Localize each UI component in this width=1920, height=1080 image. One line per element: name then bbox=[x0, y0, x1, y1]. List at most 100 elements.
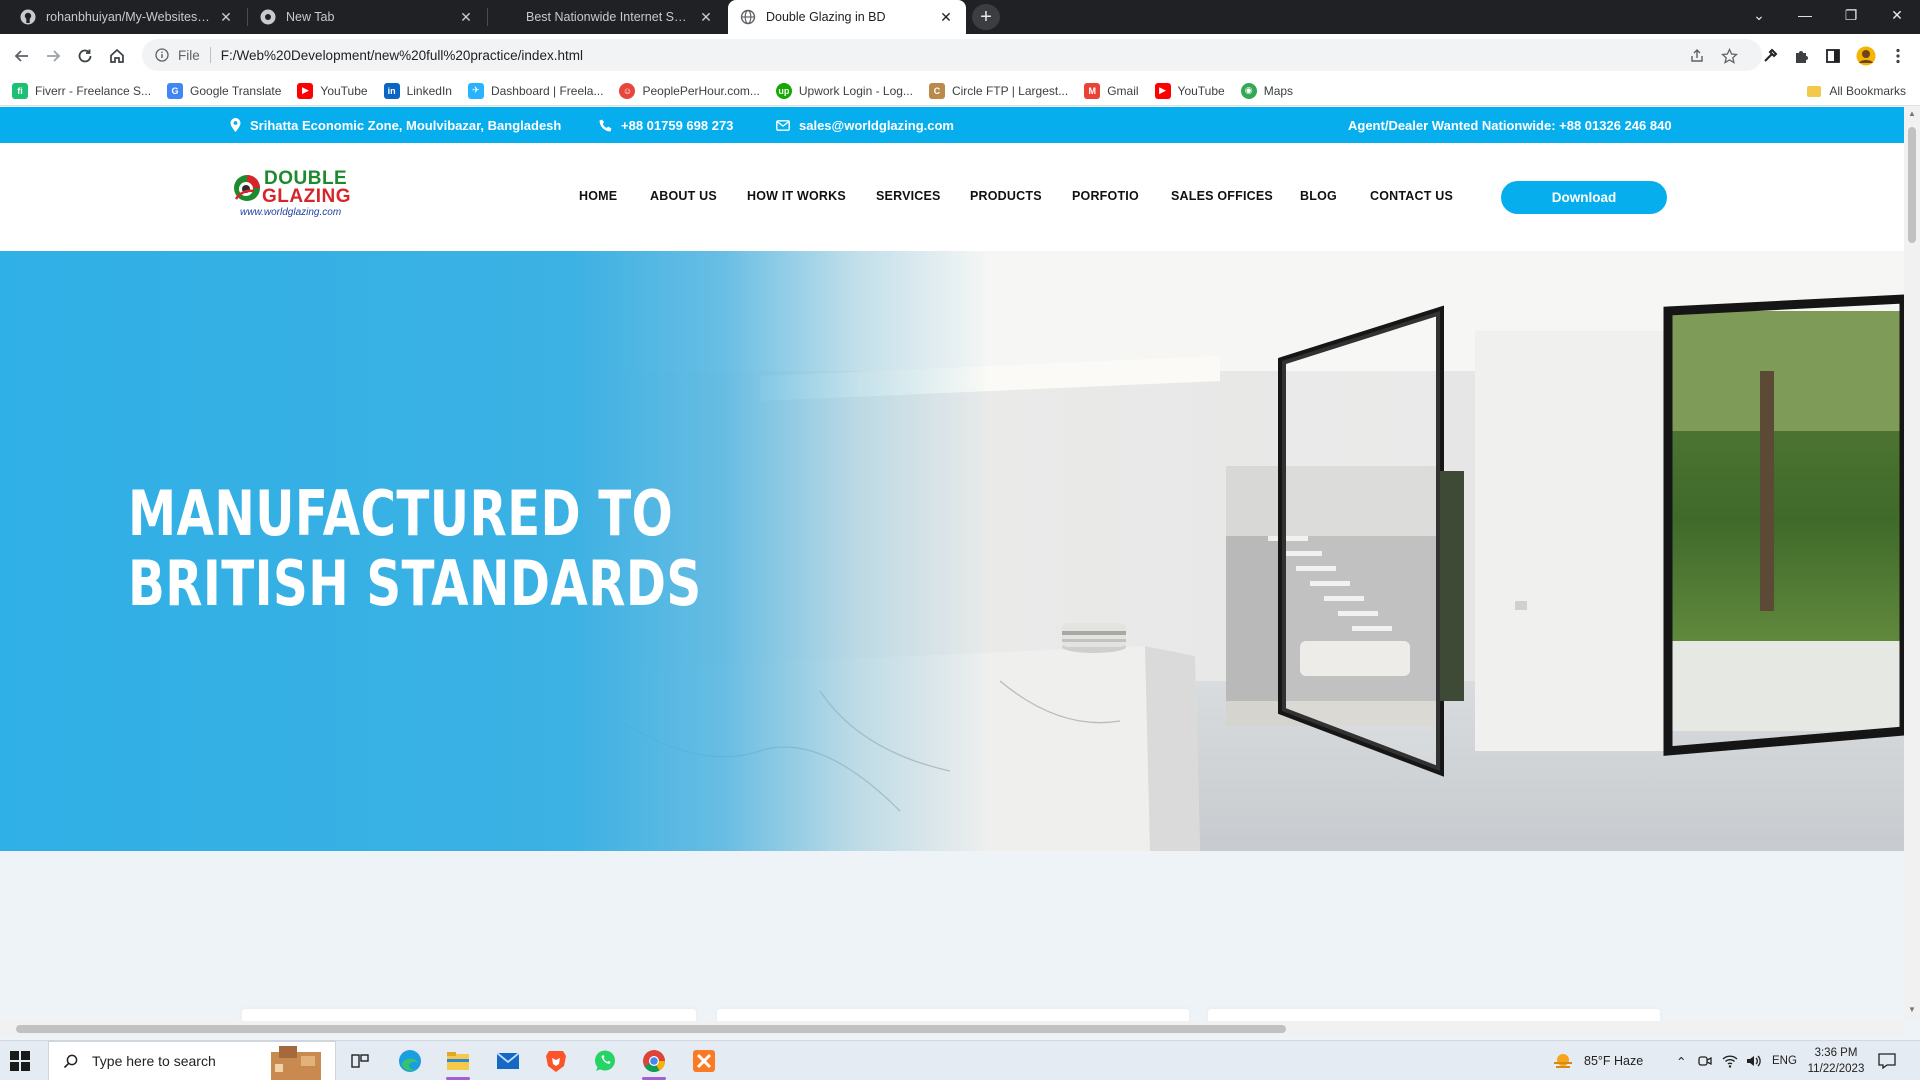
feature-card bbox=[1208, 1009, 1660, 1021]
bookmark-item[interactable]: ☺ PeoplePerHour.com... bbox=[619, 82, 760, 99]
url-text[interactable]: F:/Web%20Development/new%20full%20practi… bbox=[221, 48, 583, 63]
scroll-down-arrow-icon[interactable]: ▼ bbox=[1904, 1005, 1920, 1019]
windows-start-icon[interactable] bbox=[10, 1051, 30, 1071]
eyedropper-extension-icon[interactable] bbox=[1759, 45, 1781, 67]
translate-icon: G bbox=[167, 82, 184, 99]
tab-double-glazing[interactable]: Double Glazing in BD ✕ bbox=[728, 0, 966, 34]
tab-new-tab[interactable]: New Tab ✕ bbox=[248, 0, 486, 34]
bookmark-item[interactable]: ▶ YouTube bbox=[1154, 82, 1225, 99]
minimize-button[interactable]: — bbox=[1782, 0, 1828, 30]
close-tab-icon[interactable]: ✕ bbox=[938, 9, 954, 26]
topbar-email[interactable]: sales@worldglazing.com bbox=[776, 107, 954, 143]
bookmark-label: Google Translate bbox=[190, 83, 282, 98]
whatsapp-icon[interactable] bbox=[585, 1045, 625, 1077]
nav-portfolio[interactable]: PORFOTIO bbox=[1072, 189, 1139, 203]
all-bookmarks-button[interactable]: All Bookmarks bbox=[1807, 76, 1906, 106]
language-indicator[interactable]: ENG bbox=[1772, 1041, 1797, 1080]
forward-button[interactable] bbox=[40, 43, 66, 69]
tab-github[interactable]: rohanbhuiyan/My-Websites: I ha ✕ bbox=[8, 0, 246, 34]
search-icon bbox=[63, 1054, 78, 1068]
side-panel-icon[interactable] bbox=[1822, 45, 1844, 67]
bookmark-item[interactable]: M Gmail bbox=[1084, 82, 1139, 99]
nav-products[interactable]: PRODUCTS bbox=[970, 189, 1042, 203]
profile-avatar[interactable] bbox=[1855, 45, 1877, 67]
chrome-taskbar-icon[interactable] bbox=[634, 1045, 674, 1080]
extensions-puzzle-icon[interactable] bbox=[1790, 45, 1812, 67]
nav-contact-us[interactable]: CONTACT US bbox=[1370, 189, 1453, 203]
close-tab-icon[interactable]: ✕ bbox=[218, 9, 234, 26]
sun-haze-icon bbox=[1554, 1054, 1572, 1068]
wifi-icon[interactable] bbox=[1722, 1041, 1738, 1080]
bookmark-label: YouTube bbox=[1177, 83, 1225, 98]
back-button[interactable] bbox=[9, 43, 35, 69]
email-text: sales@worldglazing.com bbox=[799, 117, 954, 133]
page-viewport: Srihatta Economic Zone, Moulvibazar, Ban… bbox=[0, 107, 1904, 1021]
bookmark-item[interactable]: C Circle FTP | Largest... bbox=[928, 82, 1068, 99]
feature-card bbox=[717, 1009, 1189, 1021]
file-explorer-icon[interactable] bbox=[438, 1045, 478, 1080]
tab-search-icon[interactable]: ⌄ bbox=[1736, 0, 1782, 30]
nav-services[interactable]: SERVICES bbox=[876, 189, 941, 203]
bookmark-item[interactable]: ◉ Maps bbox=[1240, 82, 1293, 99]
scrollbar-thumb[interactable] bbox=[1908, 127, 1916, 243]
new-tab-button[interactable]: + bbox=[972, 4, 1000, 30]
nav-blog[interactable]: BLOG bbox=[1300, 189, 1337, 203]
close-tab-icon[interactable]: ✕ bbox=[698, 9, 714, 26]
bookmark-item[interactable]: ▶ YouTube bbox=[297, 82, 368, 99]
mail-icon[interactable] bbox=[488, 1045, 528, 1077]
bookmark-item[interactable]: G Google Translate bbox=[167, 82, 282, 99]
hero-banner: MANUFACTURED TO BRITISH STANDARDS bbox=[0, 251, 1904, 851]
restore-button[interactable]: ❐ bbox=[1828, 0, 1874, 30]
close-tab-icon[interactable]: ✕ bbox=[458, 9, 474, 26]
task-view-icon[interactable] bbox=[340, 1045, 380, 1077]
vertical-scrollbar[interactable]: ▲ ▼ bbox=[1904, 107, 1920, 1021]
menu-kebab-icon[interactable] bbox=[1887, 45, 1909, 67]
reload-button[interactable] bbox=[72, 43, 98, 69]
bookmark-star-icon[interactable] bbox=[1718, 45, 1740, 67]
search-placeholder: Type here to search bbox=[92, 1053, 216, 1069]
horizontal-scrollbar[interactable] bbox=[0, 1021, 1904, 1037]
taskbar-clock[interactable]: 3:36 PM 11/22/2023 bbox=[1806, 1045, 1866, 1077]
download-button[interactable]: Download bbox=[1501, 181, 1667, 214]
close-window-button[interactable]: ✕ bbox=[1874, 0, 1920, 30]
linkedin-icon: in bbox=[383, 82, 400, 99]
nav-about-us[interactable]: ABOUT US bbox=[650, 189, 717, 203]
bookmark-item[interactable]: ✈ Dashboard | Freela... bbox=[467, 82, 603, 99]
brave-icon[interactable] bbox=[536, 1045, 576, 1077]
home-button[interactable] bbox=[104, 43, 130, 69]
scrollbar-thumb[interactable] bbox=[16, 1025, 1286, 1033]
address-bar[interactable]: File F:/Web%20Development/new%20full%20p… bbox=[142, 39, 1762, 71]
youtube-icon: ▶ bbox=[1154, 82, 1171, 99]
info-icon[interactable] bbox=[154, 47, 170, 63]
chrome-icon bbox=[260, 9, 276, 25]
location-pin-icon bbox=[230, 118, 241, 132]
bookmark-item[interactable]: up Upwork Login - Log... bbox=[775, 82, 913, 99]
maps-icon: ◉ bbox=[1240, 82, 1257, 99]
nav-how-it-works[interactable]: HOW IT WORKS bbox=[747, 189, 846, 203]
meet-now-icon[interactable] bbox=[1698, 1041, 1712, 1080]
nav-sales-offices[interactable]: SALES OFFICES bbox=[1171, 189, 1273, 203]
weather-widget[interactable]: 85°F Haze bbox=[1552, 1041, 1643, 1080]
folder-icon bbox=[1807, 85, 1822, 97]
arrow-left-icon bbox=[14, 50, 28, 62]
bookmark-item[interactable]: fi Fiverr - Freelance S... bbox=[12, 82, 151, 99]
volume-icon[interactable] bbox=[1746, 1041, 1762, 1080]
clock-time: 3:36 PM bbox=[1814, 1047, 1858, 1059]
gmail-icon: M bbox=[1084, 82, 1101, 99]
edge-icon[interactable] bbox=[390, 1045, 430, 1077]
xampp-icon[interactable] bbox=[684, 1045, 724, 1077]
browser-tab-strip: rohanbhuiyan/My-Websites: I ha ✕ New Tab… bbox=[0, 0, 1920, 34]
site-header: DOUBLE GLAZING www.worldglazing.com HOME… bbox=[0, 143, 1904, 251]
tab-internet-service[interactable]: Best Nationwide Internet Service ✕ bbox=[488, 0, 726, 34]
scroll-up-arrow-icon[interactable]: ▲ bbox=[1904, 109, 1920, 123]
bookmark-label: PeoplePerHour.com... bbox=[642, 83, 760, 98]
taskbar-search-box[interactable]: Type here to search bbox=[48, 1041, 336, 1080]
topbar-phone[interactable]: +88 01759 698 273 bbox=[599, 107, 733, 143]
share-icon[interactable] bbox=[1686, 45, 1708, 67]
bookmark-item[interactable]: in LinkedIn bbox=[383, 82, 452, 99]
bookmark-label: LinkedIn bbox=[406, 83, 452, 98]
show-hidden-icons-icon[interactable]: ⌃ bbox=[1676, 1041, 1686, 1080]
home-icon bbox=[110, 48, 124, 63]
nav-home[interactable]: HOME bbox=[579, 189, 617, 203]
notifications-icon[interactable] bbox=[1878, 1041, 1896, 1080]
